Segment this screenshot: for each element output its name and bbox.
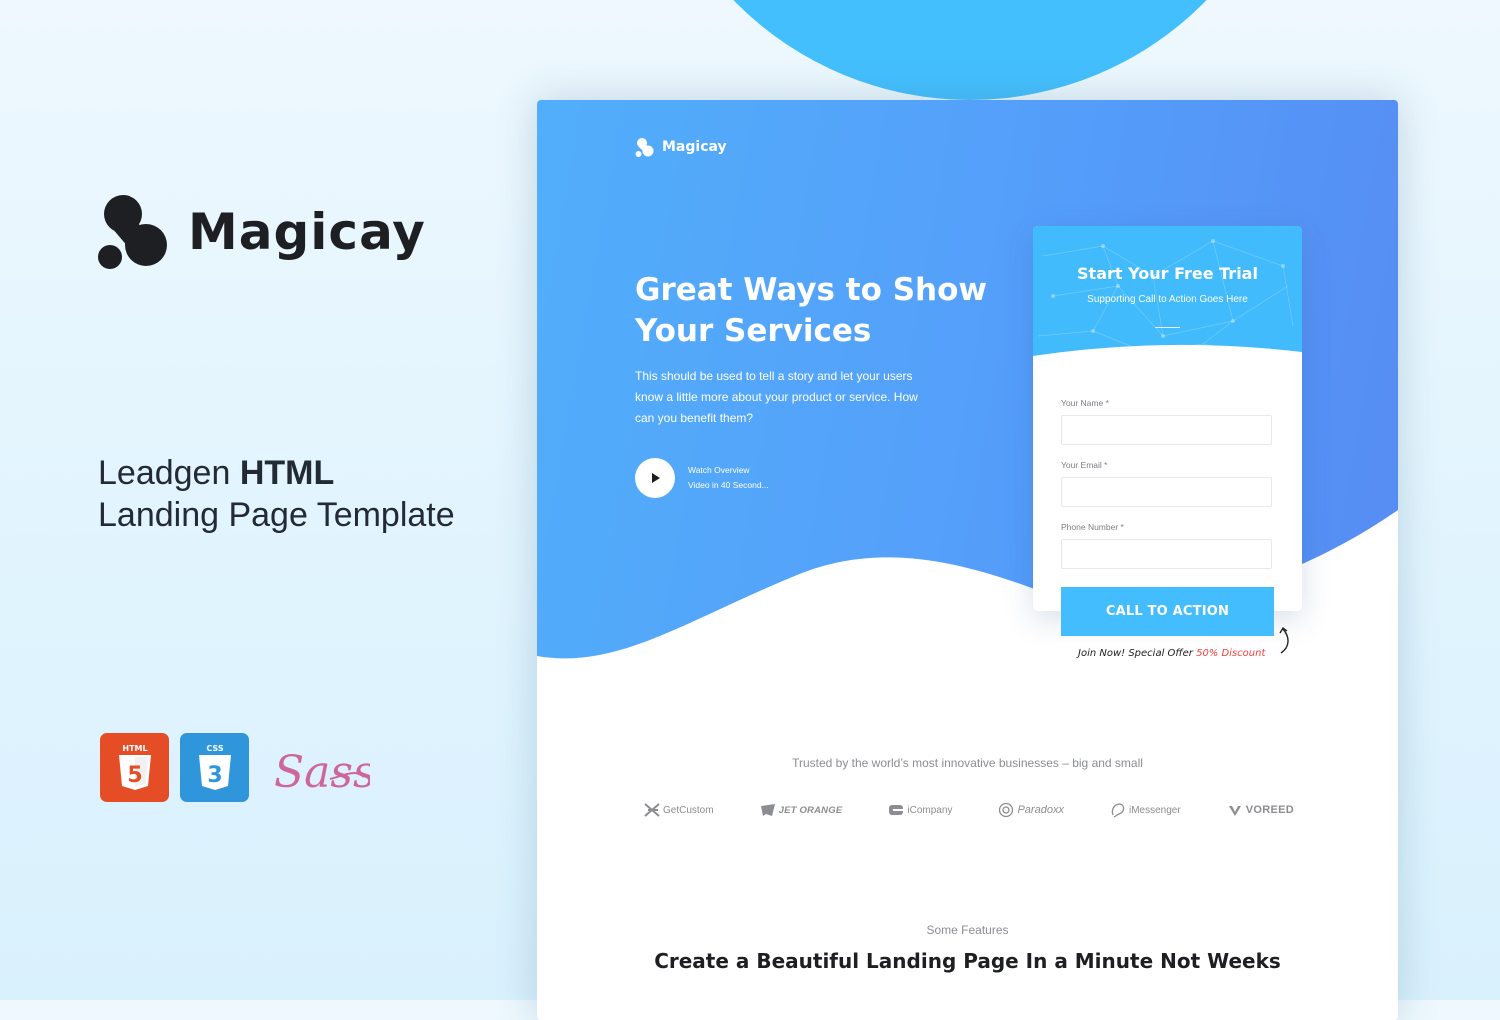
form-divider [1155,327,1180,328]
decorative-circle [640,0,1300,100]
phone-label: Phone Number * [1061,522,1124,532]
jetorange-icon [760,804,775,816]
email-input[interactable] [1061,477,1272,507]
client-logos: GetCustom JET ORANGE iCompany Paradoxx i… [644,802,1294,818]
hero-description: This should be used to tell a story and … [635,369,918,425]
client-logo-paradoxx: Paradoxx [998,802,1064,818]
promo-tagline: Leadgen HTML Landing Page Template [98,452,455,536]
play-button[interactable] [635,458,675,498]
call-to-action-button[interactable]: CALL TO ACTION [1061,587,1274,636]
form-subtitle: Supporting Call to Action Goes Here [1087,294,1248,305]
preview-brand[interactable]: Magicay [635,137,727,157]
play-icon [652,473,660,483]
signup-form: Start Your Free Trial Supporting Call to… [1033,226,1302,636]
css3-logo-icon: CSS 3 [180,732,249,802]
promo-brand: Magicay [98,194,426,270]
features-kicker: Some Features [926,923,1009,937]
svg-text:HTML: HTML [122,744,147,753]
features-title: Create a Beautiful Landing Page In a Min… [654,949,1281,973]
name-input[interactable] [1061,415,1272,445]
tech-badges: HTML 5 CSS 3 Sass [100,731,370,803]
special-offer: Join Now! Special Offer 50% Discount [1078,648,1265,659]
watch-line2: Video in 40 Second... [688,480,769,490]
watch-line1: Watch Overview [688,465,750,475]
form-header: Start Your Free Trial Supporting Call to… [1033,226,1302,371]
name-label: Your Name * [1061,398,1109,408]
curved-arrow-icon [1279,626,1289,654]
offer-text: Join Now! Special Offer [1078,648,1197,659]
client-logo-getcustom: GetCustom [644,802,714,818]
svg-text:5: 5 [127,763,142,788]
tagline-bold: HTML [239,454,335,492]
tagline-light: Leadgen [98,454,240,492]
client-logo-jetorange: JET ORANGE [760,802,843,818]
client-logo-voreed: VOREED [1227,802,1294,818]
magicay-logo-icon [635,138,654,157]
promo-brand-name: Magicay [188,203,426,261]
icompany-icon [889,805,904,815]
offer-discount: 50% Discount [1196,648,1266,659]
trusted-text: Trusted by the world’s most innovative b… [792,756,1143,770]
phone-input[interactable] [1061,539,1272,569]
watch-video[interactable]: Watch Overview Video in 40 Second... [635,458,769,498]
getcustom-icon [644,803,660,817]
svg-text:3: 3 [207,763,222,788]
watch-text[interactable]: Watch Overview Video in 40 Second... [688,463,769,493]
imessenger-icon [1111,803,1125,818]
hero-title: Great Ways to Show Your Services [635,272,988,349]
form-title: Start Your Free Trial [1077,264,1258,283]
magicay-logo-icon [98,195,167,269]
preview-brand-name: Magicay [662,139,727,155]
paradoxx-icon [999,802,1014,818]
email-label: Your Email * [1061,460,1108,470]
voreed-icon [1228,806,1241,816]
form-header-curve [1033,344,1302,371]
html5-logo-icon: HTML 5 [100,732,169,802]
landing-page-preview: Magicay Great Ways to Show Your Services… [537,100,1398,1020]
tagline-line2: Landing Page Template [98,496,455,534]
client-logo-imessenger: iMessenger [1110,802,1181,818]
svg-text:CSS: CSS [206,744,223,753]
client-logo-icompany: iCompany [888,802,952,818]
sass-logo-icon: Sass [274,747,370,798]
